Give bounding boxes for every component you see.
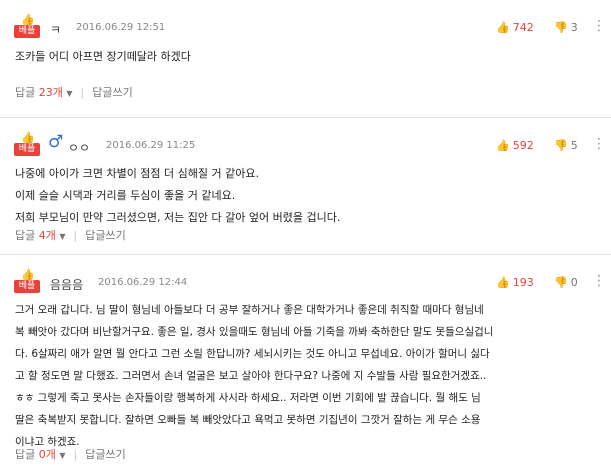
comment-author[interactable]: ㅇㅇ	[68, 139, 90, 156]
like-count: 742	[512, 21, 534, 34]
reply-toggle[interactable]: 답글 0개 ▼	[15, 448, 66, 461]
dislike-button[interactable]: 👎 0	[554, 276, 578, 289]
like-button[interactable]: 👍 592	[496, 139, 534, 152]
comment-line: 나중에 아이가 크면 차별이 점점 더 심해질 거 같아요.	[15, 167, 259, 180]
comment-line: 다. 6살짜리 애가 알면 뭘 안다고 그런 소릴 한답니까? 세뇌시키는 것도…	[15, 348, 490, 360]
best-badge: 👍 베플	[14, 132, 40, 158]
more-icon[interactable]: ⋮	[592, 136, 606, 152]
comment-footer: 답글 4개 ▼ | 답글쓰기	[15, 227, 126, 243]
comment-line: 저희 부모님이 만약 그러셨으면, 저는 집안 다 갈아 엎어 버렸을 겁니다.	[15, 211, 341, 224]
thumbs-up-icon: 👍	[21, 131, 35, 144]
comment-author[interactable]: 음음음	[50, 276, 83, 293]
comment-line: 딸은 축복받지 못합니다. 잘하면 오빠들 복 빼앗았다고 욕먹고 못하면 기집…	[15, 414, 481, 426]
best-badge: 👍 베플	[14, 269, 40, 295]
comment-header: 👍 베플 ♂ ㅇㅇ 2016.06.29 11:25 👍 592 👎 5 ⋮	[14, 132, 606, 162]
dislike-count: 0	[570, 276, 578, 289]
reply-label: 답글	[15, 448, 36, 461]
comment-body: 그거 오래 갑니다. 님 딸이 형님네 아들보다 더 공부 잘하거나 좋은 대학…	[15, 299, 493, 453]
comment-footer: 답글 0개 ▼ | 답글쓰기	[15, 446, 126, 462]
reply-toggle[interactable]: 답글 4개 ▼	[15, 229, 66, 242]
comment-header: 👍 베플 음음음 2016.06.29 12:44 👍 193 👎 0 ⋮	[14, 269, 606, 299]
comment-date: 2016.06.29 12:51	[76, 22, 166, 33]
comment-line: 고 할 정도면 말 다했죠. 그러면서 손녀 얼굴은 보고 살아야 한다구요? …	[15, 370, 487, 382]
chevron-down-icon: ▼	[66, 89, 73, 98]
comment-2: 👍 베플 ♂ ㅇㅇ 2016.06.29 11:25 👍 592 👎 5 ⋮ 나중에…	[0, 117, 611, 254]
comment-header: 👍 베플 ㅋ 2016.06.29 12:51 👍 742 👎 3 ⋮	[14, 14, 606, 44]
thumbs-down-icon: 👎	[554, 276, 568, 289]
reply-label: 답글	[15, 229, 36, 242]
comment-body: 조카들 어디 아프면 장기떼달라 하겠다	[15, 46, 191, 68]
dislike-count: 3	[570, 21, 578, 34]
reply-label: 답글	[15, 86, 36, 99]
separator: |	[73, 229, 78, 242]
thumbs-up-icon: 👍	[496, 21, 510, 34]
best-badge-label: 베플	[14, 25, 40, 38]
dislike-count: 5	[570, 139, 578, 152]
comment-author[interactable]: ㅋ	[50, 21, 61, 38]
reply-count-suffix: 개	[45, 448, 56, 461]
reply-count-suffix: 개	[45, 229, 56, 242]
comment-1: 👍 베플 ㅋ 2016.06.29 12:51 👍 742 👎 3 ⋮ 조카들 어디…	[0, 0, 611, 117]
comment-body: 나중에 아이가 크면 차별이 점점 더 심해질 거 같아요. 이제 슬슬 시댁과…	[15, 163, 340, 229]
chevron-down-icon: ▼	[59, 451, 66, 460]
thumbs-up-icon: 👍	[21, 13, 35, 26]
write-reply-link[interactable]: 답글쓰기	[85, 448, 125, 461]
comment-line: 조카들 어디 아프면 장기떼달라 하겠다	[15, 50, 191, 63]
best-badge-label: 베플	[14, 280, 40, 293]
comment-line: 이제 슬슬 시댁과 거리를 두심이 좋을 거 같네요.	[15, 189, 236, 202]
reply-count: 4	[38, 229, 46, 242]
separator: |	[80, 86, 85, 99]
dislike-button[interactable]: 👎 5	[554, 139, 578, 152]
thumbs-down-icon: 👎	[554, 139, 568, 152]
comment-line: 복 빼앗아 갔다며 비난할거구요. 좋은 일, 경사 있을때도 형님네 아들 기…	[15, 326, 494, 338]
chevron-down-icon: ▼	[59, 232, 66, 241]
like-button[interactable]: 👍 193	[496, 276, 534, 289]
more-icon[interactable]: ⋮	[592, 18, 606, 34]
thumbs-down-icon: 👎	[554, 21, 568, 34]
best-badge: 👍 베플	[14, 14, 40, 40]
reply-toggle[interactable]: 답글 23개 ▼	[15, 86, 73, 99]
comment-date: 2016.06.29 11:25	[106, 140, 196, 151]
comment-footer: 답글 23개 ▼ | 답글쓰기	[15, 84, 133, 100]
write-reply-link[interactable]: 답글쓰기	[92, 86, 132, 99]
like-count: 592	[512, 139, 534, 152]
reply-count: 23	[38, 86, 53, 99]
male-icon: ♂	[48, 132, 64, 152]
reply-count-suffix: 개	[52, 86, 63, 99]
comment-date: 2016.06.29 12:44	[98, 277, 188, 288]
comment-3: 👍 베플 음음음 2016.06.29 12:44 👍 193 👎 0 ⋮ 그거 오…	[0, 254, 611, 473]
more-icon[interactable]: ⋮	[592, 273, 606, 289]
like-count: 193	[512, 276, 534, 289]
write-reply-link[interactable]: 답글쓰기	[85, 229, 125, 242]
thumbs-up-icon: 👍	[21, 268, 35, 281]
comment-line: 그거 오래 갑니다. 님 딸이 형님네 아들보다 더 공부 잘하거나 좋은 대학…	[15, 304, 484, 316]
thumbs-up-icon: 👍	[496, 139, 510, 152]
thumbs-up-icon: 👍	[496, 276, 510, 289]
comment-line: ㅎㅎ 그렇게 죽고 못사는 손자들이랑 행복하게 사시라 하세요.. 저라면 이…	[15, 392, 481, 404]
separator: |	[73, 448, 78, 461]
best-badge-label: 베플	[14, 143, 40, 156]
like-button[interactable]: 👍 742	[496, 21, 534, 34]
dislike-button[interactable]: 👎 3	[554, 21, 578, 34]
reply-count: 0	[38, 448, 46, 461]
